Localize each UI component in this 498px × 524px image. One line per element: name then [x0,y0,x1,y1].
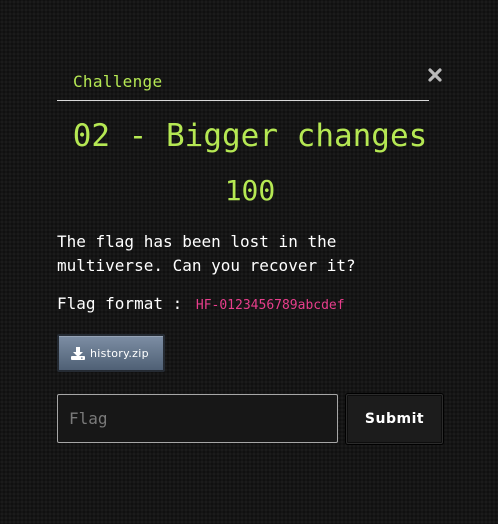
flag-format-code: HF-0123456789abcdef [195,298,345,313]
challenge-modal: Challenge 02 - Bigger changes 100 The fl… [57,60,443,444]
flag-input[interactable] [57,394,338,443]
modal-tab-bar: Challenge [57,60,429,101]
challenge-points: 100 [224,174,276,207]
flag-format-label: Flag format : [57,294,183,313]
submit-button[interactable]: Submit [346,394,443,444]
challenge-description: The flag has been lost in the multiverse… [57,232,356,275]
download-file-button[interactable]: history.zip [57,334,165,372]
download-icon [71,346,85,360]
challenge-title: 02 - Bigger changes [72,118,428,154]
tab-challenge[interactable]: Challenge [73,72,162,91]
flag-format-line: Flag format : HF-0123456789abcdef [57,294,345,313]
file-name: history.zip [90,346,149,360]
close-icon[interactable] [427,66,443,84]
